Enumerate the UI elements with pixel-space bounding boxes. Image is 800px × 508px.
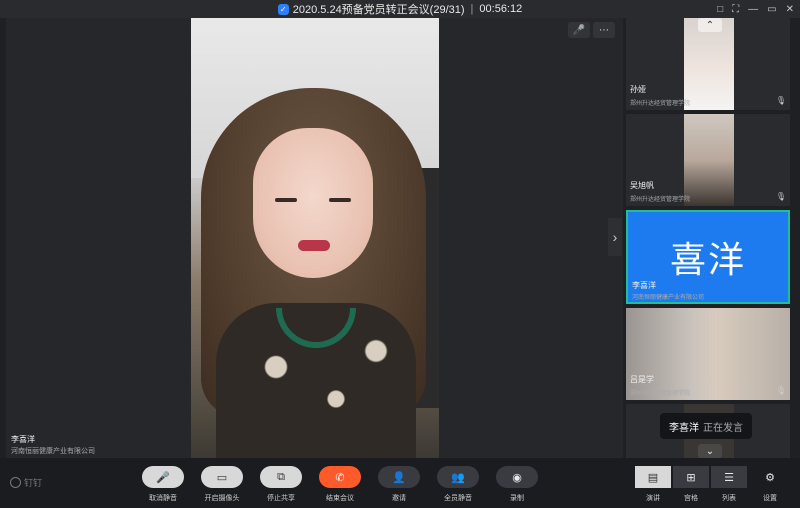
record-icon[interactable]: ◉ — [496, 466, 538, 488]
mic-status-icon[interactable]: 🎤 — [568, 22, 590, 38]
settings-label: 设置 — [763, 495, 777, 502]
meeting-window: ✓ 2020.5.24预备党员转正会议(29/31) | 00:56:12 □ … — [0, 0, 800, 508]
mic-icon: 🎙 — [775, 96, 786, 105]
stage-tools: 🎤 ⋯ — [568, 22, 615, 38]
window-controls: □ ⛶ — ▭ ✕ — [717, 0, 794, 18]
participant-name: 吕是学 — [630, 375, 654, 384]
participant-list: 孙娅 郑州升达经贸管理学院 🎙 ⌃ 吴旭帆 郑州升达经贸管理学院 🎙 喜洋 李喜… — [626, 18, 794, 458]
meeting-timer: 00:56:12 — [479, 3, 523, 15]
end-meeting-button[interactable]: ✆ 结束会议 — [310, 466, 370, 503]
add-user-icon[interactable]: 👤 — [378, 466, 420, 488]
camera-label: 开启摄像头 — [204, 495, 240, 502]
bottom-toolbar: 钉钉 🎤 取消静音 ▭ 开启摄像头 ⧉ 停止共享 ✆ 结束会议 👤 邀请 👥 全… — [0, 458, 800, 508]
speaker-view-icon[interactable]: ▤ — [635, 466, 671, 488]
close-icon[interactable]: ✕ — [786, 4, 794, 15]
left-eye — [275, 198, 297, 202]
view-list-button[interactable]: ☰ 列表 — [711, 466, 747, 503]
invite-label: 邀请 — [392, 495, 406, 502]
scroll-down-button[interactable]: ⌄ — [698, 444, 722, 458]
mic-icon: 🎙 — [775, 192, 786, 201]
participant-org: 郑州升达经贸管理学院 — [630, 391, 691, 397]
video-face — [253, 128, 373, 278]
stop-share-button[interactable]: ⧉ 停止共享 — [251, 466, 311, 503]
participant-org: 郑州升达经贸管理学院 — [630, 197, 691, 203]
gear-icon[interactable]: ⚙ — [753, 466, 787, 488]
camera-icon[interactable]: ▭ — [201, 466, 243, 488]
record-label: 录制 — [510, 495, 524, 502]
right-eye — [329, 198, 351, 202]
list-view-label: 列表 — [722, 495, 736, 502]
mic-icon: 🎙 — [775, 386, 786, 395]
participant-tile[interactable]: 吴旭帆 郑州升达经贸管理学院 🎙 — [626, 114, 790, 206]
end-meeting-label: 结束会议 — [326, 495, 354, 502]
settings-button[interactable]: ⚙ 设置 — [753, 466, 787, 503]
participant-org: 河南恒丽健康产业有限公司 — [632, 295, 705, 301]
toast-status: 正在发言 — [703, 422, 743, 434]
participant-tile[interactable]: 吕是学 郑州升达经贸管理学院 🎙 — [626, 308, 790, 400]
participant-tile-active[interactable]: 喜洋 李喜洋 河南恒丽健康产业有限公司 — [626, 210, 790, 304]
speaker-name: 李喜洋 — [11, 435, 35, 444]
minimize-icon[interactable]: — — [748, 4, 758, 15]
participant-name: 孙娅 — [630, 85, 646, 94]
mute-all-button[interactable]: 👥 全员静音 — [428, 466, 488, 503]
participant-name: 吴旭帆 — [630, 181, 654, 190]
share-icon[interactable]: ⧉ — [260, 466, 302, 488]
speaker-org: 河南恒丽健康产业有限公司 — [11, 448, 95, 455]
participant-video — [684, 114, 734, 206]
view-grid-button[interactable]: ⊞ 宫格 — [673, 466, 709, 503]
unmute-button[interactable]: 🎤 取消静音 — [133, 466, 193, 503]
mute-all-label: 全员静音 — [444, 495, 472, 502]
speaking-toast: 李喜洋 正在发言 — [660, 413, 752, 439]
maximize-icon[interactable]: ▭ — [767, 4, 776, 15]
speaker-view-label: 演讲 — [646, 495, 660, 502]
participant-org: 郑州升达经贸管理学院 — [630, 101, 691, 107]
invite-button[interactable]: 👤 邀请 — [369, 466, 429, 503]
next-page-arrow[interactable]: › — [608, 218, 622, 256]
phone-icon[interactable]: ✆ — [319, 466, 361, 488]
title-bar: ✓ 2020.5.24预备党员转正会议(29/31) | 00:56:12 □ … — [0, 0, 800, 18]
toast-name: 李喜洋 — [669, 422, 699, 434]
title-separator: | — [470, 3, 474, 15]
fullscreen-icon[interactable]: ⛶ — [732, 4, 739, 15]
logo-icon — [10, 477, 21, 488]
participant-video — [626, 308, 790, 400]
camera-button[interactable]: ▭ 开启摄像头 — [192, 466, 252, 503]
scroll-up-button[interactable]: ⌃ — [698, 18, 722, 32]
shield-icon: ✓ — [277, 3, 289, 15]
mic-icon[interactable]: 🎤 — [142, 466, 184, 488]
group-icon[interactable]: 👥 — [437, 466, 479, 488]
participant-name: 李喜洋 — [632, 281, 656, 290]
more-options-icon[interactable]: ⋯ — [593, 22, 615, 38]
unmute-label: 取消静音 — [149, 495, 177, 502]
main-video-feed[interactable] — [191, 18, 439, 458]
list-view-icon[interactable]: ☰ — [711, 466, 747, 488]
logo-text: 钉钉 — [24, 478, 43, 488]
meeting-title: 2020.5.24预备党员转正会议(29/31) — [292, 4, 465, 16]
main-stage: 🎤 ⋯ 李喜洋 河南恒丽健康产业有限公司 — [6, 18, 623, 458]
lips — [298, 240, 330, 251]
pin-icon[interactable]: □ — [717, 4, 723, 15]
record-button[interactable]: ◉ 录制 — [487, 466, 547, 503]
grid-view-icon[interactable]: ⊞ — [673, 466, 709, 488]
app-logo: 钉钉 — [10, 476, 42, 489]
view-speaker-button[interactable]: ▤ 演讲 — [635, 466, 671, 503]
grid-view-label: 宫格 — [684, 495, 698, 502]
stop-share-label: 停止共享 — [267, 495, 295, 502]
